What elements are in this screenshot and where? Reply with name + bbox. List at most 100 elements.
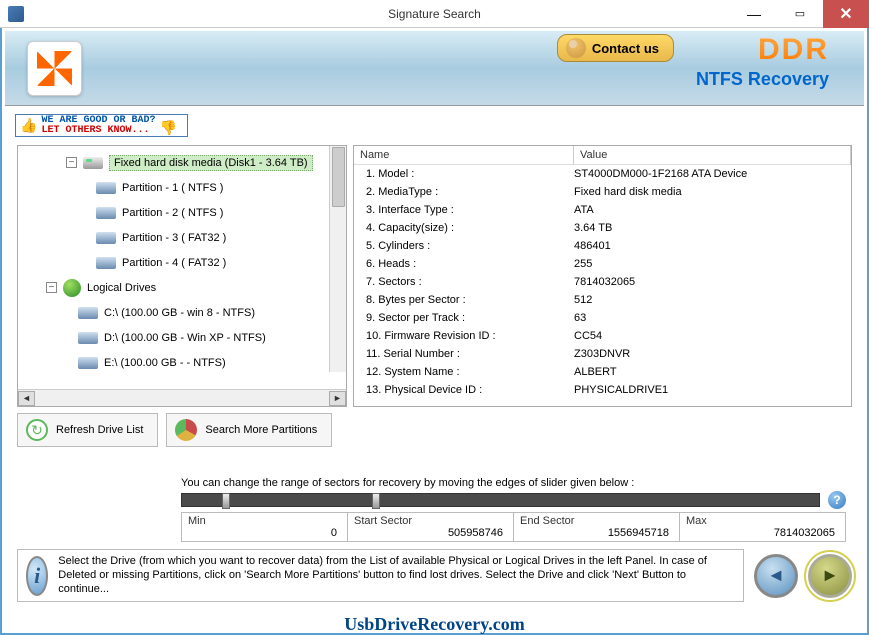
- watermark-text: UsbDriveRecovery.com: [344, 614, 524, 635]
- disk-icon: [83, 157, 103, 169]
- partition-icon: [96, 257, 116, 269]
- min-sector-field: Min0: [181, 512, 348, 542]
- tree-horizontal-scrollbar[interactable]: ◄ ►: [18, 389, 346, 406]
- button-label: Search More Partitions: [205, 424, 317, 436]
- scroll-left-icon[interactable]: ◄: [18, 391, 35, 406]
- drive-tree-panel: − Fixed hard disk media (Disk1 - 3.64 TB…: [17, 145, 347, 407]
- table-row[interactable]: 12. System Name :ALBERT: [354, 363, 851, 381]
- contact-label: Contact us: [592, 41, 659, 56]
- collapse-icon[interactable]: −: [66, 157, 77, 168]
- cell-value: PHYSICALDRIVE1: [574, 384, 851, 396]
- table-header: Name Value: [354, 146, 851, 165]
- cell-name: 7. Sectors :: [354, 276, 574, 288]
- window-controls: — ▭ ✕: [731, 0, 869, 28]
- cell-value: ST4000DM000-1F2168 ATA Device: [574, 168, 851, 180]
- tree-partition[interactable]: Partition - 1 ( NTFS ): [18, 175, 346, 200]
- maximize-button[interactable]: ▭: [777, 0, 823, 28]
- globe-icon: [63, 279, 81, 297]
- app-logo: [27, 41, 82, 96]
- cell-name: 1. Model :: [354, 168, 574, 180]
- cell-name: 11. Serial Number :: [354, 348, 574, 360]
- column-header-name[interactable]: Name: [354, 146, 574, 165]
- tree-logical-drive[interactable]: C:\ (100.00 GB - win 8 - NTFS): [18, 300, 346, 325]
- tree-label: Fixed hard disk media (Disk1 - 3.64 TB): [109, 155, 313, 171]
- tree-vertical-scrollbar[interactable]: [329, 146, 346, 372]
- cell-value: CC54: [574, 330, 851, 342]
- cell-name: 6. Heads :: [354, 258, 574, 270]
- window-title: Signature Search: [388, 7, 481, 21]
- table-row[interactable]: 2. MediaType :Fixed hard disk media: [354, 183, 851, 201]
- app-frame: Contact us DDR NTFS Recovery 👍 WE ARE GO…: [0, 28, 869, 635]
- table-row[interactable]: 10. Firmware Revision ID :CC54: [354, 327, 851, 345]
- table-row[interactable]: 8. Bytes per Sector :512: [354, 291, 851, 309]
- back-button[interactable]: ◄: [754, 554, 798, 598]
- tree-partition[interactable]: Partition - 3 ( FAT32 ): [18, 225, 346, 250]
- table-row[interactable]: 3. Interface Type :ATA: [354, 201, 851, 219]
- pie-chart-icon: [175, 419, 197, 441]
- table-row[interactable]: 6. Heads :255: [354, 255, 851, 273]
- collapse-icon[interactable]: −: [46, 282, 57, 293]
- cell-name: 12. System Name :: [354, 366, 574, 378]
- partition-icon: [96, 207, 116, 219]
- table-row[interactable]: 13. Physical Device ID :PHYSICALDRIVE1: [354, 381, 851, 399]
- app-icon: [8, 6, 24, 22]
- refresh-icon: [26, 419, 48, 441]
- product-name: NTFS Recovery: [696, 69, 829, 90]
- tree-label: Logical Drives: [87, 282, 156, 294]
- header-banner: Contact us DDR NTFS Recovery: [5, 31, 864, 106]
- instruction-box: i Select the Drive (from which you want …: [17, 549, 744, 602]
- tree-logical-drive[interactable]: D:\ (100.00 GB - Win XP - NTFS): [18, 325, 346, 350]
- button-label: Refresh Drive List: [56, 424, 143, 436]
- cell-name: 13. Physical Device ID :: [354, 384, 574, 396]
- tree-logical-drives[interactable]: − Logical Drives: [18, 275, 346, 300]
- next-button[interactable]: ►: [808, 554, 852, 598]
- cell-value: Z303DNVR: [574, 348, 851, 360]
- tree-partition[interactable]: Partition - 4 ( FAT32 ): [18, 250, 346, 275]
- info-icon: i: [26, 556, 48, 596]
- feedback-banner[interactable]: 👍 WE ARE GOOD OR BAD? LET OTHERS KNOW...…: [15, 114, 188, 137]
- cell-value: ALBERT: [574, 366, 851, 378]
- sector-range-slider[interactable]: [181, 493, 820, 507]
- instruction-text: Select the Drive (from which you want to…: [58, 555, 735, 596]
- table-row[interactable]: 5. Cylinders :486401: [354, 237, 851, 255]
- person-icon: [566, 38, 586, 58]
- cell-value: 255: [574, 258, 851, 270]
- scroll-right-icon[interactable]: ►: [329, 391, 346, 406]
- brand-logo-text: DDR: [758, 33, 829, 67]
- tree-logical-drive[interactable]: E:\ (100.00 GB - - NTFS): [18, 350, 346, 375]
- table-row[interactable]: 1. Model :ST4000DM000-1F2168 ATA Device: [354, 165, 851, 183]
- cell-name: 2. MediaType :: [354, 186, 574, 198]
- slider-handle-start[interactable]: [222, 493, 230, 509]
- partition-icon: [96, 182, 116, 194]
- close-button[interactable]: ✕: [823, 0, 869, 28]
- slider-handle-end[interactable]: [372, 493, 380, 509]
- cell-value: 486401: [574, 240, 851, 252]
- cell-value: 7814032065: [574, 276, 851, 288]
- tree-root-disk[interactable]: − Fixed hard disk media (Disk1 - 3.64 TB…: [18, 150, 346, 175]
- minimize-button[interactable]: —: [731, 0, 777, 28]
- tree-partition[interactable]: Partition - 2 ( NTFS ): [18, 200, 346, 225]
- max-sector-field: Max7814032065: [680, 512, 846, 542]
- end-sector-field: End Sector1556945718: [514, 512, 680, 542]
- contact-us-button[interactable]: Contact us: [557, 34, 674, 62]
- table-row[interactable]: 7. Sectors :7814032065: [354, 273, 851, 291]
- table-row[interactable]: 11. Serial Number :Z303DNVR: [354, 345, 851, 363]
- thumb-down-icon: 👍: [159, 118, 176, 135]
- partition-icon: [96, 232, 116, 244]
- cell-value: ATA: [574, 204, 851, 216]
- cell-value: 3.64 TB: [574, 222, 851, 234]
- cell-value: 63: [574, 312, 851, 324]
- properties-table: Name Value 1. Model :ST4000DM000-1F2168 …: [353, 145, 852, 407]
- slider-caption: You can change the range of sectors for …: [181, 477, 846, 489]
- search-more-partitions-button[interactable]: Search More Partitions: [166, 413, 332, 447]
- start-sector-field: Start Sector505958746: [348, 512, 514, 542]
- table-row[interactable]: 4. Capacity(size) :3.64 TB: [354, 219, 851, 237]
- table-row[interactable]: 9. Sector per Track :63: [354, 309, 851, 327]
- cell-name: 3. Interface Type :: [354, 204, 574, 216]
- refresh-drive-list-button[interactable]: Refresh Drive List: [17, 413, 158, 447]
- cell-value: 512: [574, 294, 851, 306]
- cell-name: 5. Cylinders :: [354, 240, 574, 252]
- column-header-value[interactable]: Value: [574, 146, 851, 165]
- cell-name: 4. Capacity(size) :: [354, 222, 574, 234]
- help-icon[interactable]: ?: [828, 491, 846, 509]
